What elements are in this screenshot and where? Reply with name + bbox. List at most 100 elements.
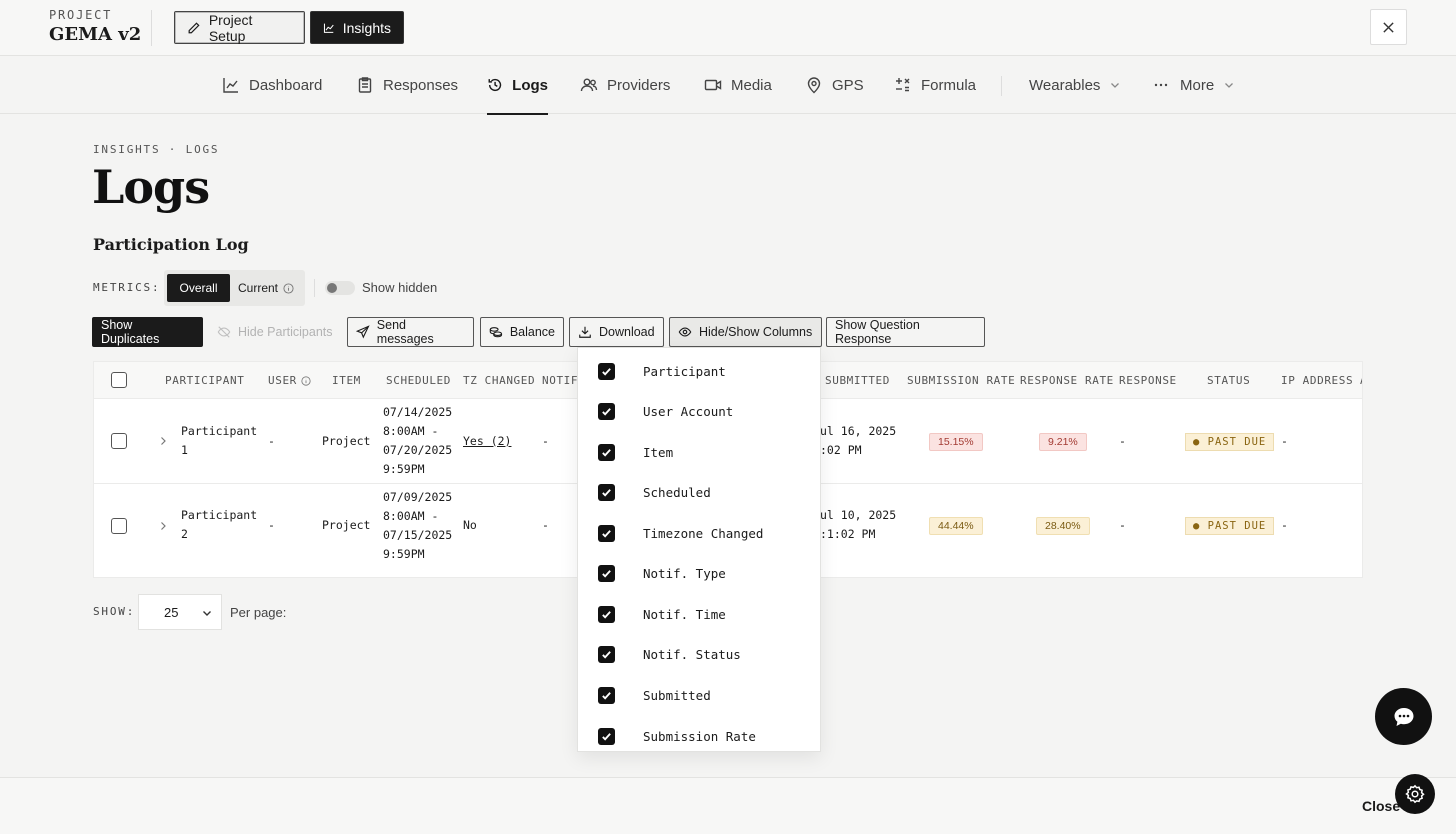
tab-providers[interactable]: Providers bbox=[580, 56, 670, 114]
download-button[interactable]: Download bbox=[569, 317, 664, 347]
tab-more[interactable]: More bbox=[1153, 56, 1235, 114]
column-option-label: Notif. Status bbox=[643, 646, 741, 662]
schedule-line: 8:00AM - bbox=[383, 509, 439, 523]
tab-logs[interactable]: Logs bbox=[487, 56, 548, 115]
tab-responses[interactable]: Responses bbox=[356, 56, 458, 114]
send-messages-button[interactable]: Send messages bbox=[347, 317, 474, 347]
participant-number: 2 bbox=[181, 527, 188, 541]
download-icon bbox=[579, 326, 591, 338]
column-option-scheduled[interactable]: Scheduled bbox=[578, 472, 820, 512]
send-icon bbox=[356, 325, 370, 339]
balance-button[interactable]: Balance bbox=[480, 317, 564, 347]
checkbox-checked[interactable] bbox=[598, 564, 615, 582]
col-header-response-rate[interactable]: RESPONSE RATE bbox=[1020, 362, 1114, 399]
tab-label: Media bbox=[731, 76, 772, 94]
row-checkbox[interactable] bbox=[111, 518, 127, 534]
map-pin-icon bbox=[807, 77, 821, 94]
close-button[interactable] bbox=[1370, 9, 1407, 45]
checkbox-checked[interactable] bbox=[598, 605, 615, 623]
scheduled-cell: 07/14/2025 8:00AM - 07/20/2025 9:59PM bbox=[383, 403, 452, 479]
show-hidden-toggle[interactable] bbox=[325, 281, 355, 295]
check-icon bbox=[602, 732, 611, 741]
column-option-submission-rate[interactable]: Submission Rate bbox=[578, 716, 820, 751]
hide-show-columns-button[interactable]: Hide/Show Columns bbox=[669, 317, 822, 347]
tab-wearables[interactable]: Wearables bbox=[1029, 56, 1121, 114]
tz-changed-link[interactable]: Yes (2) bbox=[463, 432, 511, 451]
tab-dashboard[interactable]: Dashboard bbox=[222, 56, 322, 114]
tab-formula[interactable]: Formula bbox=[894, 56, 976, 114]
project-setup-button[interactable]: Project Setup bbox=[174, 11, 305, 44]
checkbox-checked[interactable] bbox=[598, 524, 615, 542]
column-option-item[interactable]: Item bbox=[578, 432, 820, 472]
checkbox-checked[interactable] bbox=[598, 443, 615, 461]
divider bbox=[314, 279, 315, 297]
column-option-participant[interactable]: Participant bbox=[578, 351, 820, 391]
col-header-response[interactable]: RESPONSE bbox=[1119, 362, 1177, 399]
column-option-submitted[interactable]: Submitted bbox=[578, 675, 820, 715]
row-checkbox[interactable] bbox=[111, 433, 127, 449]
col-header-ip-address[interactable]: IP ADDRESS bbox=[1281, 362, 1353, 399]
tab-gps[interactable]: GPS bbox=[805, 56, 864, 114]
chevron-right-icon[interactable] bbox=[158, 436, 168, 446]
checkbox-checked[interactable] bbox=[598, 686, 615, 704]
history-icon bbox=[488, 78, 502, 92]
info-icon bbox=[283, 282, 294, 294]
column-option-notif-status[interactable]: Notif. Status bbox=[578, 634, 820, 674]
insights-button[interactable]: Insights bbox=[310, 11, 404, 44]
chart-line-icon bbox=[223, 78, 238, 93]
checkbox-checked[interactable] bbox=[598, 362, 615, 380]
select-all-checkbox[interactable] bbox=[111, 372, 127, 388]
col-header-submission-rate[interactable]: SUBMISSION RATE bbox=[907, 362, 1015, 399]
show-hidden-label: Show hidden bbox=[362, 280, 438, 295]
video-icon bbox=[704, 79, 722, 91]
col-header-truncated[interactable]: A bbox=[1360, 362, 1362, 399]
col-header-status[interactable]: STATUS bbox=[1207, 362, 1250, 399]
submitted-cell: ul 16, 2025 :02 PM bbox=[820, 422, 896, 460]
column-option-timezone-changed[interactable]: Timezone Changed bbox=[578, 513, 820, 553]
chat-button[interactable] bbox=[1375, 688, 1432, 745]
hide-participants-button[interactable]: Hide Participants bbox=[208, 317, 342, 347]
chevron-right-icon[interactable] bbox=[158, 521, 168, 531]
check-icon bbox=[602, 407, 611, 416]
column-option-notif-time[interactable]: Notif. Time bbox=[578, 594, 820, 634]
status-label: PAST DUE bbox=[1207, 436, 1267, 448]
metric-current-button[interactable]: Current bbox=[238, 274, 294, 302]
schedule-line: 07/14/2025 bbox=[383, 405, 453, 419]
checkbox-checked[interactable] bbox=[598, 727, 615, 745]
check-icon bbox=[602, 529, 611, 538]
section-title: Participation Log bbox=[93, 235, 249, 254]
show-question-response-button[interactable]: Show Question Response bbox=[826, 317, 985, 347]
col-header-user[interactable]: USER bbox=[268, 362, 311, 399]
col-header-notif[interactable]: NOTIF bbox=[542, 362, 578, 399]
col-header-scheduled[interactable]: SCHEDULED bbox=[386, 362, 451, 399]
column-option-user-account[interactable]: User Account bbox=[578, 391, 820, 431]
schedule-line: 9:59PM bbox=[383, 547, 425, 561]
participant-cell[interactable]: Participant 2 bbox=[181, 506, 257, 544]
button-label: Hide Participants bbox=[238, 325, 333, 339]
column-option-notif-type[interactable]: Notif. Type bbox=[578, 553, 820, 593]
per-page-select[interactable]: 25 bbox=[138, 594, 222, 630]
close-footer-button[interactable]: Close bbox=[1362, 798, 1400, 814]
col-header-item[interactable]: ITEM bbox=[332, 362, 361, 399]
col-header-submitted[interactable]: SUBMITTED bbox=[825, 362, 890, 399]
formula-icon bbox=[896, 78, 910, 92]
show-duplicates-button[interactable]: Show Duplicates bbox=[92, 317, 203, 347]
pencil-icon bbox=[188, 21, 200, 33]
participant-cell[interactable]: Participant 1 bbox=[181, 422, 257, 460]
tab-media[interactable]: Media bbox=[704, 56, 772, 114]
checkbox-checked[interactable] bbox=[598, 483, 615, 501]
item-cell: Project bbox=[322, 518, 371, 532]
col-header-participant[interactable]: PARTICIPANT bbox=[165, 362, 244, 399]
col-header-tz-changed[interactable]: TZ CHANGED bbox=[463, 362, 535, 399]
response-rate-badge: 28.40% bbox=[1036, 517, 1090, 535]
checkbox-checked[interactable] bbox=[598, 402, 615, 420]
schedule-line: 07/15/2025 bbox=[383, 528, 453, 542]
column-option-label: Scheduled bbox=[643, 484, 711, 500]
settings-button[interactable] bbox=[1395, 774, 1435, 814]
schedule-line: 8:00AM - bbox=[383, 424, 439, 438]
tab-label: Wearables bbox=[1029, 76, 1101, 94]
notif-cell: - bbox=[542, 434, 549, 448]
columns-menu: Participant User Account Item Scheduled … bbox=[577, 347, 821, 752]
checkbox-checked[interactable] bbox=[598, 645, 615, 663]
metric-overall-button[interactable]: Overall bbox=[167, 274, 230, 302]
